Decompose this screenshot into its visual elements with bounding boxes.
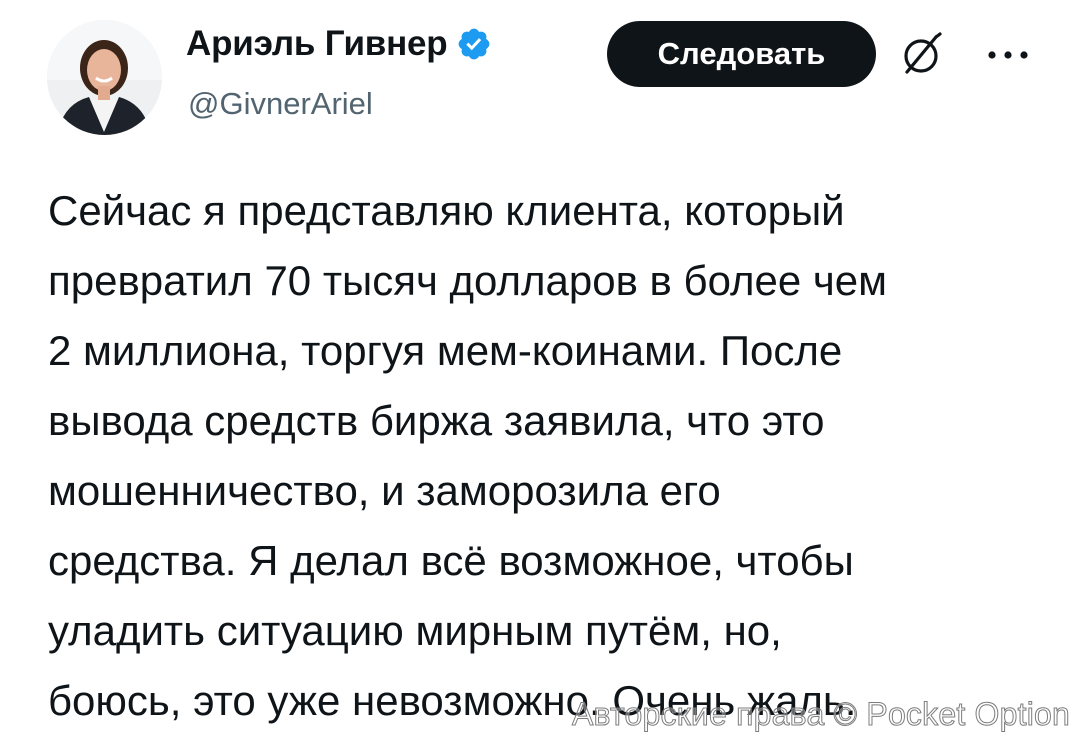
author-display-name[interactable]: Ариэль Гивнер — [186, 24, 448, 64]
tweet-text-line: Сейчас я представляю клиента, который — [48, 187, 845, 234]
grok-icon[interactable] — [896, 30, 946, 80]
follow-button[interactable]: Следовать — [607, 21, 876, 87]
author-name-row: Ариэль Гивнер — [186, 24, 492, 64]
tweet-text-line: 2 миллиона, торгуя мем-коинами. После — [48, 327, 843, 374]
more-horizontal-icon[interactable] — [982, 37, 1034, 73]
tweet-text-line: средства. Я делал всё возможное, чтобы — [48, 537, 854, 584]
tweet-text-line: мошенничество, и заморозила его — [48, 467, 721, 514]
tweet-text: Сейчас я представляю клиента, который пр… — [48, 176, 1048, 736]
tweet-card: Ариэль Гивнер @GivnerAriel Следовать Сей… — [0, 0, 1080, 739]
tweet-text-line: превратил 70 тысяч долларов в более чем — [48, 257, 888, 304]
avatar[interactable] — [47, 20, 162, 135]
verified-badge-icon — [458, 28, 489, 60]
author-handle[interactable]: @GivnerAriel — [188, 86, 373, 122]
tweet-text-line: вывода средств биржа заявила, что это — [48, 397, 825, 444]
avatar-photo — [47, 20, 162, 135]
copyright-watermark: Авторские права © Pocket Option — [571, 696, 1070, 733]
tweet-text-line: уладить ситуацию мирным путём, но, — [48, 607, 782, 654]
